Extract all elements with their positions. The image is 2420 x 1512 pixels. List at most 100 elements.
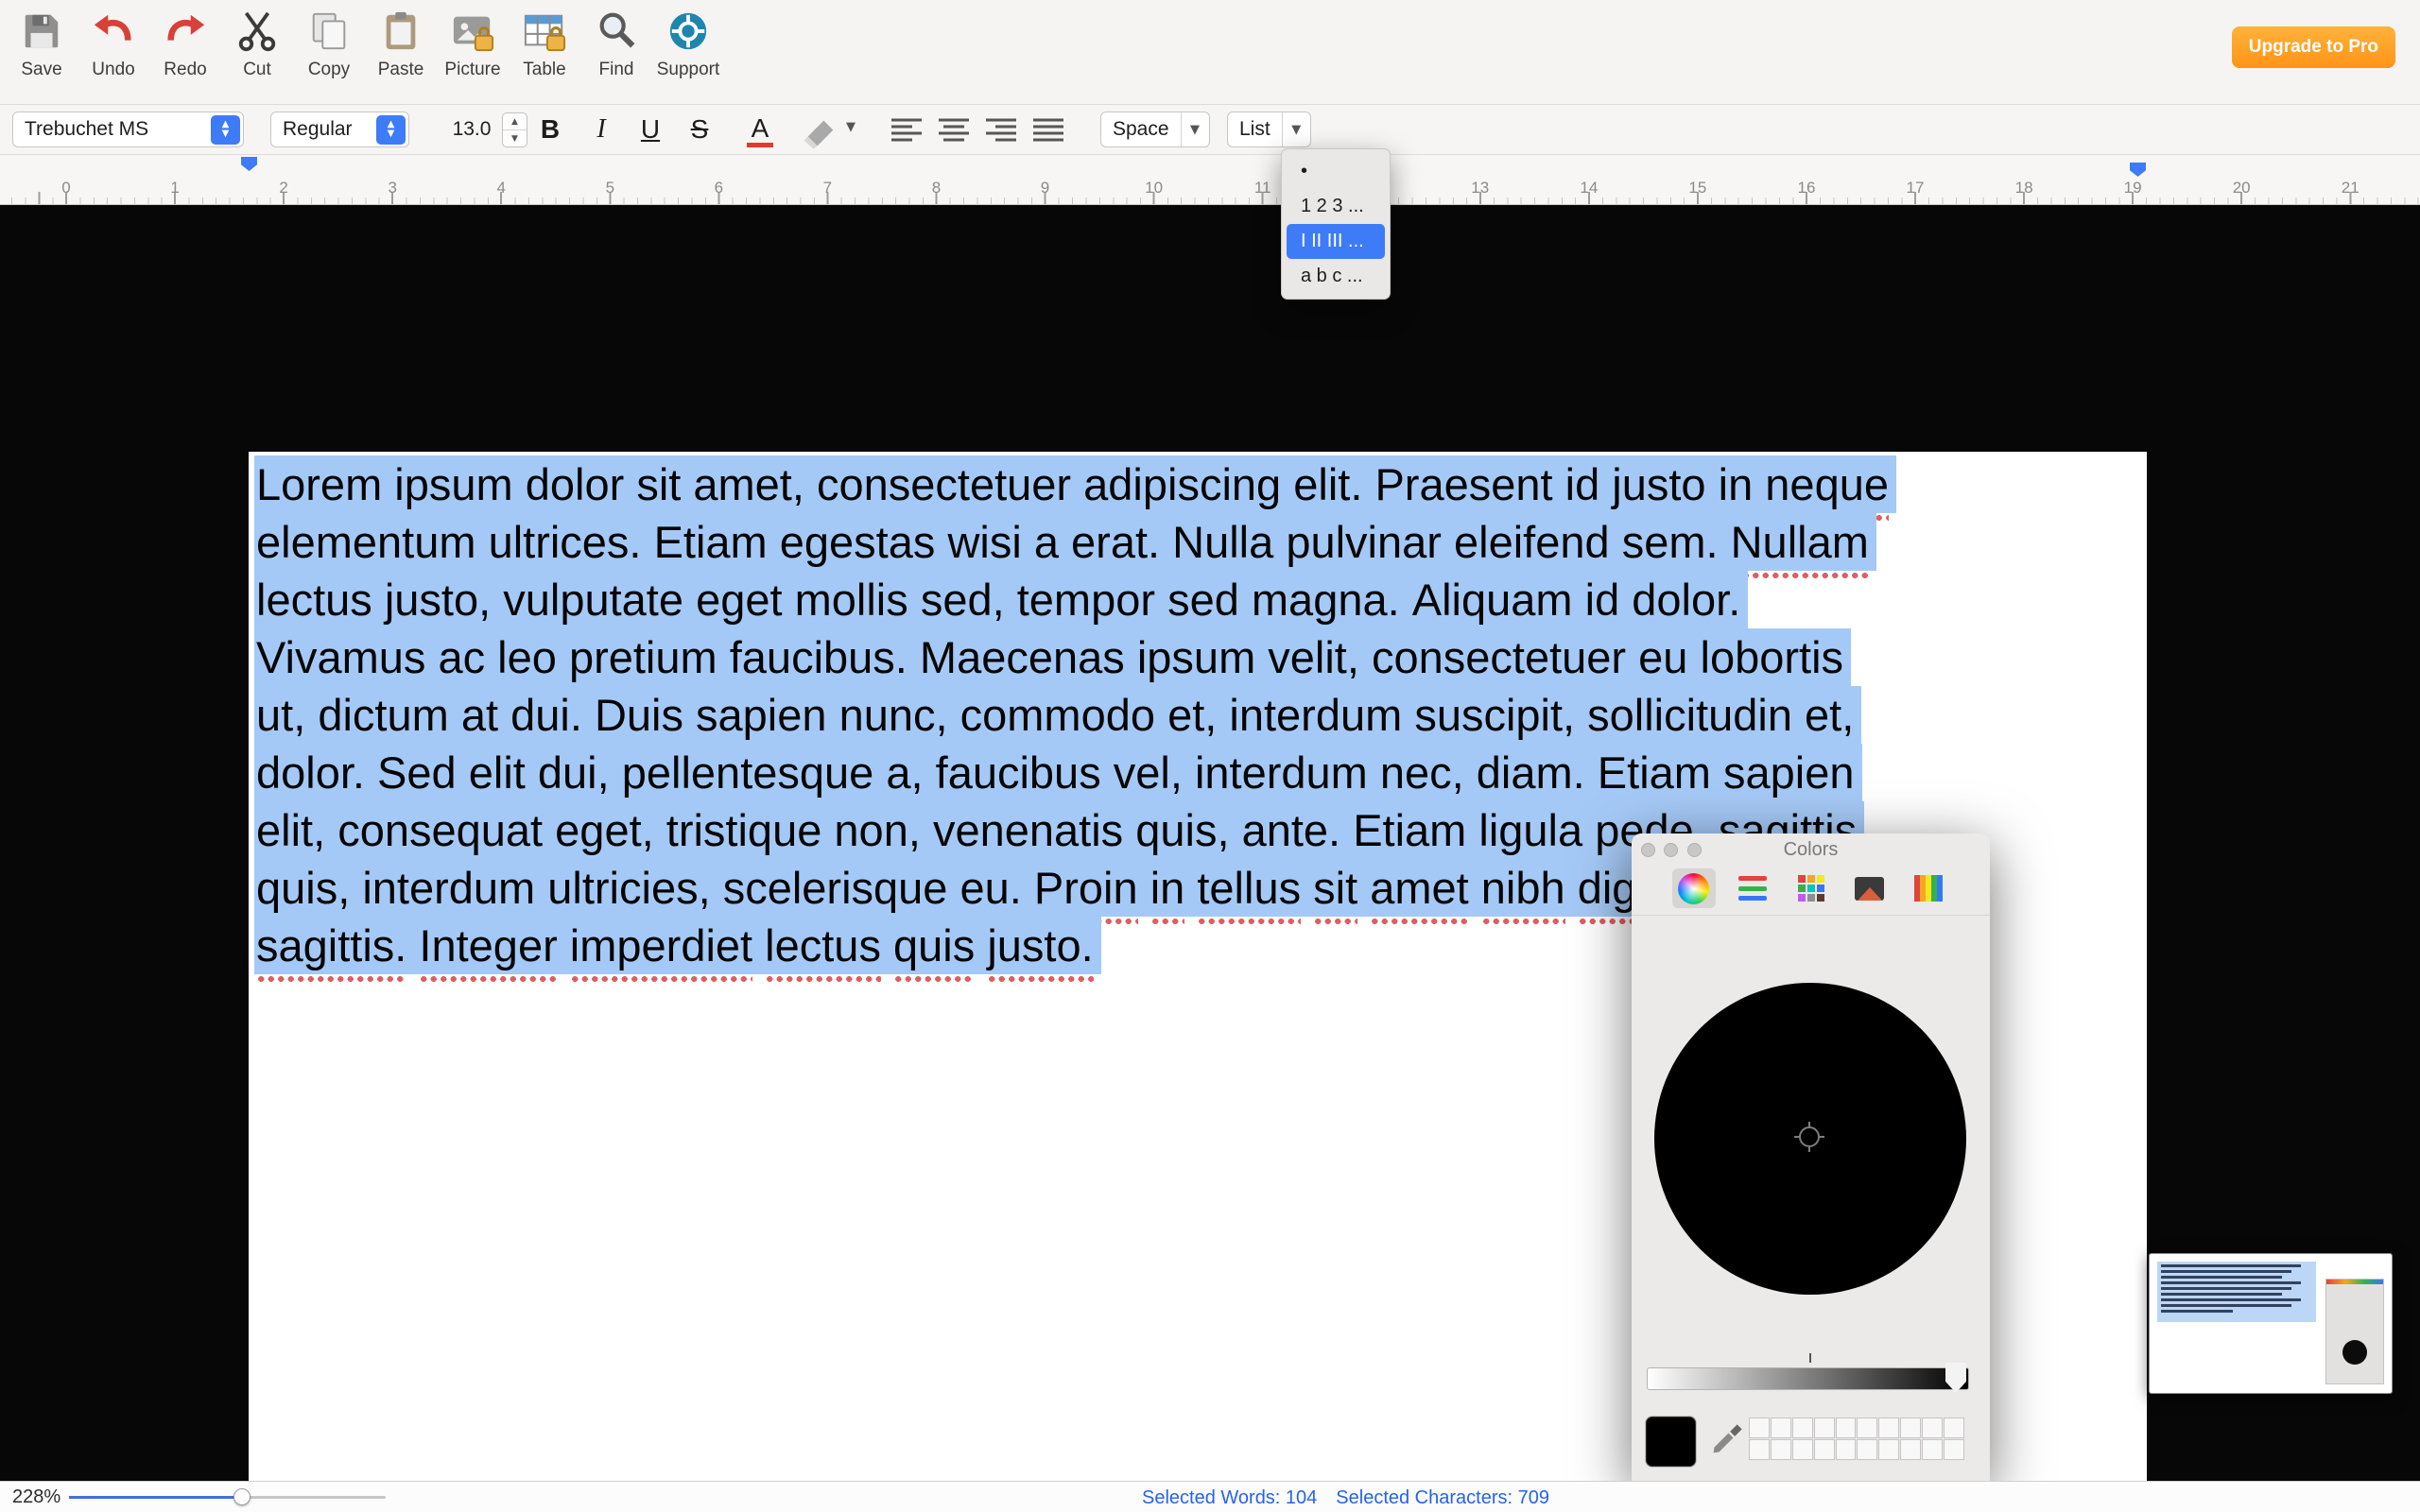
align-justify-button[interactable]	[1028, 116, 1068, 145]
selected-text[interactable]: quis, interdum ultricies, scelerisque eu…	[254, 859, 1771, 917]
misspelled-word[interactable]: in	[1150, 859, 1185, 924]
list-menu-item[interactable]: I II III ...	[1287, 224, 1385, 259]
colors-panel-titlebar[interactable]: Colors	[1632, 833, 1990, 866]
misspelled-word[interactable]: nibh	[1481, 859, 1565, 924]
stepper-up-icon[interactable]: ▲	[503, 113, 527, 130]
misspelled-word[interactable]: sed,	[921, 571, 1005, 636]
misspelled-word[interactable]: Nullam	[1731, 513, 1869, 578]
misspelled-word[interactable]: suscipit,	[1414, 686, 1575, 751]
support-button[interactable]: Support	[652, 9, 724, 80]
eyedropper-button[interactable]	[1707, 1421, 1745, 1459]
misspelled-word[interactable]: ac	[438, 628, 485, 694]
misspelled-word[interactable]: consectetuer	[1372, 628, 1626, 694]
misspelled-word[interactable]: Duis	[595, 686, 683, 751]
misspelled-word[interactable]: mollis	[795, 571, 908, 636]
misspelled-word[interactable]: dolor	[526, 455, 625, 521]
selected-text[interactable]: elementum ultrices. Etiam egestas wisi a…	[254, 513, 1876, 571]
misspelled-word[interactable]: pulvinar	[1286, 513, 1442, 578]
left-indent-marker[interactable]	[241, 157, 257, 171]
misspelled-word[interactable]: Integer	[419, 917, 557, 982]
misspelled-word[interactable]: ligula	[1478, 801, 1582, 867]
color-sliders-tab[interactable]	[1731, 868, 1774, 908]
misspelled-word[interactable]: elit	[469, 744, 526, 809]
misspelled-word[interactable]: velit,	[1268, 628, 1359, 694]
misspelled-word[interactable]: lectus	[765, 917, 881, 982]
misspelled-word[interactable]: Etiam	[1353, 801, 1466, 867]
misspelled-word[interactable]: Etiam	[1598, 744, 1711, 809]
misspelled-word[interactable]: wisi	[947, 513, 1021, 578]
selected-text[interactable]: Vivamus ac leo pretium faucibus. Maecena…	[254, 628, 1851, 686]
misspelled-word[interactable]: sapien	[696, 686, 827, 751]
page-navigator-thumbnail[interactable]	[2149, 1253, 2393, 1394]
misspelled-word[interactable]: tristique	[666, 801, 822, 867]
color-well[interactable]	[1814, 1439, 1835, 1460]
misspelled-word[interactable]: adipiscing	[1083, 455, 1281, 521]
misspelled-word[interactable]: faucibus.	[730, 628, 908, 694]
misspelled-word[interactable]: pellentesque	[622, 744, 874, 809]
misspelled-word[interactable]: quis	[893, 917, 975, 982]
stepper-down-icon[interactable]: ▼	[503, 130, 527, 146]
selected-text[interactable]: elit, consequat eget, tristique non, ven…	[254, 801, 1864, 859]
upgrade-to-pro-button[interactable]: Upgrade to Pro	[2232, 26, 2395, 68]
misspelled-word[interactable]: a,	[886, 744, 923, 809]
misspelled-word[interactable]: scelerisque	[723, 859, 948, 924]
misspelled-word[interactable]: ipsum	[1137, 628, 1255, 694]
undo-button[interactable]: Undo	[78, 9, 149, 80]
color-well[interactable]	[1814, 1418, 1835, 1438]
misspelled-word[interactable]: imperdiet	[570, 917, 752, 982]
align-right-button[interactable]	[981, 116, 1021, 145]
misspelled-word[interactable]: justo	[1612, 455, 1705, 521]
misspelled-word[interactable]: dolor.	[1632, 571, 1740, 636]
document-line[interactable]: ut, dictum at dui. Duis sapien nunc, com…	[254, 686, 1896, 744]
misspelled-word[interactable]: Nulla	[1172, 513, 1273, 578]
misspelled-word[interactable]: pretium	[569, 628, 717, 694]
image-palettes-tab[interactable]	[1848, 868, 1892, 908]
color-well[interactable]	[1900, 1439, 1921, 1460]
redo-button[interactable]: Redo	[149, 9, 221, 80]
misspelled-word[interactable]: tellus	[1197, 859, 1301, 924]
color-well[interactable]	[1900, 1418, 1921, 1438]
bold-button[interactable]: B	[529, 112, 571, 147]
color-well[interactable]	[1749, 1439, 1770, 1460]
color-well[interactable]	[1922, 1439, 1943, 1460]
document-line[interactable]: lectus justo, vulputate eget mollis sed,…	[254, 571, 1896, 628]
misspelled-word[interactable]: eu	[1638, 628, 1687, 694]
color-well[interactable]	[1771, 1439, 1791, 1460]
misspelled-word[interactable]: erat.	[1071, 513, 1160, 578]
document-line[interactable]: dolor. Sed elit dui, pellentesque a, fau…	[254, 744, 1896, 801]
color-well[interactable]	[1944, 1439, 1964, 1460]
color-wheel-tab[interactable]	[1672, 868, 1716, 908]
misspelled-word[interactable]: Maecenas	[920, 628, 1125, 694]
misspelled-word[interactable]: consectetuer	[817, 455, 1071, 521]
misspelled-word[interactable]: in	[1719, 455, 1754, 521]
align-left-button[interactable]	[887, 116, 926, 145]
underline-button[interactable]: U	[630, 112, 671, 147]
misspelled-word[interactable]: interdum	[1195, 744, 1368, 809]
find-button[interactable]: Find	[580, 9, 652, 80]
cut-button[interactable]: Cut	[221, 9, 293, 80]
color-well[interactable]	[1792, 1418, 1813, 1438]
misspelled-word[interactable]: non,	[834, 801, 920, 867]
misspelled-word[interactable]: elit,	[256, 801, 325, 867]
misspelled-word[interactable]: eleifend	[1454, 513, 1610, 578]
list-dropdown-arrow-icon[interactable]: ▼	[1282, 112, 1310, 146]
misspelled-word[interactable]: sapien	[1723, 744, 1855, 809]
color-well[interactable]	[1878, 1439, 1899, 1460]
selected-text[interactable]: lectus justo, vulputate eget mollis sed,…	[254, 571, 1748, 628]
misspelled-word[interactable]: eget,	[555, 801, 654, 867]
italic-button[interactable]: I	[580, 112, 622, 147]
misspelled-word[interactable]: Etiam	[654, 513, 768, 578]
font-size-stepper[interactable]: ▲ ▼	[502, 112, 527, 147]
copy-button[interactable]: Copy	[293, 9, 365, 80]
misspelled-word[interactable]: elit.	[1293, 455, 1362, 521]
misspelled-word[interactable]: Sed	[377, 744, 457, 809]
misspelled-word[interactable]: lobortis	[1701, 628, 1844, 694]
align-center-button[interactable]	[934, 116, 974, 145]
minimize-window-button[interactable]	[1664, 843, 1678, 857]
misspelled-word[interactable]: justo,	[385, 571, 491, 636]
zoom-slider-knob[interactable]	[233, 1488, 251, 1505]
misspelled-word[interactable]: nec,	[1380, 744, 1464, 809]
picture-button[interactable]: Picture	[437, 9, 509, 80]
misspelled-word[interactable]: ultricies,	[547, 859, 710, 924]
misspelled-word[interactable]: quis,	[1135, 801, 1229, 867]
